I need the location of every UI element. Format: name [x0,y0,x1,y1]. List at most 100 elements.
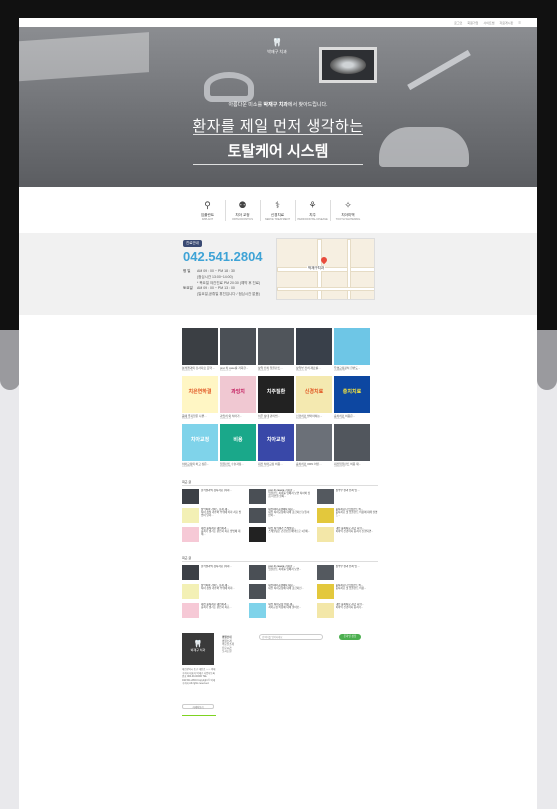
search-input[interactable]: 검색어를 입력하세요 [259,634,323,640]
list-item[interactable]: 상악치아 가이드 순서 재... 치아 상실 개수와 부위에 따라 치료 방법이 … [182,508,243,523]
hero-xray-monitor [319,47,377,83]
blog-card-date: 2019.01.12 [220,466,231,468]
list-item-thumbnail [316,527,334,542]
map-road [277,287,374,291]
list-item-body: 대전 치아교정에 대해 궁금하신... [268,587,304,591]
blog-card-thumbnail: 치주질환 [258,376,294,413]
list-item[interactable]: 대전 치석제거 스케일링... 스케일링은 건강보험 혜택으로 1년에... [249,527,310,542]
hours-value: (점심시간 13:00~14:00) [197,274,233,279]
service-label-en: ORTHODONTICS [232,217,253,221]
util-link-board[interactable]: 자료게시판 [499,21,513,25]
blog-card[interactable]: 비용 임플란트 수술과정... 2019.01.12 [220,424,256,468]
list-item[interactable]: 분석결과의 검사자료 (리라... [182,489,243,504]
list-item[interactable]: 대전 충치치료 지금 시작... 치아의 신경까지 충치가... [316,603,378,618]
footer-menu-item[interactable]: 오시는길 [222,650,234,654]
list-item[interactable]: 대전 충치치료 대전치과... 충치가 생기는 원인과 치료 방법에 대해... [182,527,243,542]
blog-card-thumbnail: 비용 [220,424,256,461]
blog-card-thumbnail: 과잉치 [220,376,256,413]
service-nerve[interactable]: ⚕ 신경치료 NERVE TREATMENT [261,199,296,221]
blog-card[interactable]: 치아교정 대전 치아교정 비용... 2019.01.12 [258,424,294,468]
list-item-body: 충치가 생기는 원인과 치료 방법에 대해... [201,530,241,537]
list-item[interactable]: 충치치료나 임플란트 비... 충치치료 및 임플란트 비용에 대해 설명드... [316,508,378,523]
list-item-text: 충치치료나 임플란트 비... 충치치료 및 임플란트 비용... [336,584,367,599]
util-link-login[interactable]: 로그인 [454,21,462,25]
list-item[interactable]: 충치치료나 임플란트 비... 충치치료 및 임플란트 비용... [316,584,378,599]
list-item[interactable]: pret 치 case를 저희한 ... 임플란트 치아를 옆에서 보면... [249,565,310,580]
blog-card[interactable]: pret 치 case를 저희한... 2019.01.12 [220,328,256,372]
blog-card[interactable]: 투명교정장치 한번도... 2019.01.12 [334,328,370,372]
blog-card-date: 2019.01.12 [334,466,345,468]
blog-card[interactable]: 대전임플란트 비용 재... 2019.01.12 [334,424,370,468]
list-item-body: 치아 상실 개수와 부위에 따라... [201,587,235,591]
list-item-thumbnail [316,603,334,618]
util-link-sitemap[interactable]: 사이트맵 [483,21,494,25]
footer-logo[interactable]: 🦷 박재구 치과 [182,633,214,665]
blog-card[interactable]: 신경치료 신경치료 받아야하는... 2019.01.12 [296,376,332,420]
consult-button[interactable]: 온라인 상담 [339,634,361,640]
service-implant[interactable]: ⚲ 임플란트 IMPLANT [191,199,226,221]
list-item-body: 치아의 신경까지 충치가... [335,606,364,610]
clinic-hours: 평 일 AM 09 : 00 ~ PM 18 : 30 (점심시간 13:00~1… [183,269,260,298]
thumbnail-text: 충치치료 [342,389,362,395]
implant-icon: ⚲ [204,199,211,210]
list-item-body: 치아교정 비용에 대해 알아보... [268,606,302,610]
list-item-text: pret 치 case를 저희한 ... 임플란트 치아를 옆에서 보면 치아와 … [268,489,310,504]
list-item-title: 상악부 결과 전치 임 ... [335,565,360,568]
thumbnail-text: 비용 [233,437,243,443]
device-stand-right [537,330,557,390]
list-item[interactable]: pret 치 case를 저희한 ... 임플란트 치아를 옆에서 보면 치아와 … [249,489,310,504]
blog-card-date: 2019.01.12 [334,370,345,372]
hero-subtitle-bold: 박재구 치과 [263,102,288,108]
blog-card[interactable]: 충치치료 충치치료 비용은... 2019.01.12 [334,376,370,420]
blog-card-thumbnail: 신경치료 [296,376,332,413]
blog-card[interactable]: 치아교정 치아교정의 하고 싶은... 2019.01.12 [182,424,218,468]
hero-divider-top [193,134,363,135]
list-item-body: 충치치료 및 임플란트 비용... [335,587,367,591]
blog-card[interactable]: 상악 전치 임플란트... 2019.01.12 [258,328,294,372]
more-button[interactable]: 자세히보기 [182,704,214,709]
tooth-icon: 🦷 [272,38,282,47]
blog-card[interactable]: 치은연하결 몸에 좋지않은 나쁜... 2019.01.12 [182,376,218,420]
list-item-body: 스케일링은 건강보험 혜택으로 1년에... [268,530,310,534]
list-item-thumbnail [249,508,267,523]
list-item[interactable]: 대전 충치치료 지금 시작... 치아의 신경까지 충치가 진행되면... [316,527,378,542]
blog-card-date: 2019.01.12 [182,370,193,372]
clinic-phone[interactable]: 042.541.2804 [183,249,263,264]
blog-card-thumbnail [334,424,370,461]
site-logo[interactable]: 🦷 박재구 치과 [257,38,297,55]
service-whitening[interactable]: ✧ 치아미백 TOOTH WHITENING [331,200,366,221]
menu-icon[interactable]: ☰ [518,21,521,25]
list-item[interactable]: 분석결과의 검사자료 (리라... [182,565,243,580]
blog-card[interactable]: 충치치료 ORN 어떤... 2019.01.12 [296,424,332,468]
device-mockup: 로그인 회원가입 사이트맵 자료게시판 ☰ 🦷 박재구 치과 아름다운 미소를 … [0,0,557,809]
list-item-body: 대전 치아교정에 대해 궁금하신 분들이 많아... [268,511,310,518]
list-item[interactable]: 대전 치아교정 비용 재... 치아교정 비용에 대해 알아보... [249,603,310,618]
service-braces[interactable]: ⚉ 치아 교정 ORTHODONTICS [226,199,261,221]
list-item[interactable]: 대전치아교정에서 재료... 대전 치아교정에 대해 궁금하신... [249,584,310,599]
blog-card[interactable]: 치주질환 치주 상태 관리법... 2019.01.12 [258,376,294,420]
blog-card-date: 2019.01.12 [258,370,269,372]
list-item[interactable]: 대전 충치치료 대전치과... 충치가 생기는 원인과 치료... [182,603,243,618]
list-grid: 분석결과의 검사자료 (리라... pret 치 case를 저희한 ... 임플란… [182,489,378,542]
blog-card-thumbnail [258,328,294,365]
recent-posts-list-2: 최근 글 분석결과의 검사자료 (리라... pret 치 case를 저희한 ..… [182,556,378,618]
service-menu: ⚲ 임플란트 IMPLANT ⚉ 치아 교정 ORTHODONTICS ⚕ 신경… [19,187,537,233]
service-gum[interactable]: ⚘ 치주 PERIODONTAL DISEASE [296,199,331,221]
location-map[interactable]: 박재구치과 [276,238,375,300]
list-item[interactable]: 대전치아교정에서 재료... 대전 치아교정에 대해 궁금하신 분들이 많아... [249,508,310,523]
braces-icon: ⚉ [238,199,247,210]
hero-light-reflection [19,32,149,82]
list-item[interactable]: 상악부 결과 전치 임 ... [316,565,378,580]
list-item[interactable]: 상악부 결과 전치 임 ... [316,489,378,504]
blog-card[interactable]: 분석결과의 검사자료 요약 ... 2019.01.12 [182,328,218,372]
list-item-text: 상악치아 가이드 순서 재... 치아 상실 개수와 부위에 따라... [201,584,235,599]
service-label-en: NERVE TREATMENT [264,217,291,221]
blog-card[interactable]: 상악부 전치 재료를... 2019.01.12 [296,328,332,372]
thumbnail-text: 과잉치 [231,389,245,395]
util-link-join[interactable]: 회원가입 [467,21,478,25]
footer-accent-line [182,715,216,716]
list-item[interactable]: 상악치아 가이드 순서 재... 치아 상실 개수와 부위에 따라... [182,584,243,599]
footer-address: 대전광역시 동구 대전로 ○○○ 박재구치과 대표자 박재구 사업자등록번호 0… [182,668,216,686]
blog-card[interactable]: 과잉치 과잉치 외 치아가... 2019.01.12 [220,376,256,420]
grid-row: 치은연하결 몸에 좋지않은 나쁜... 2019.01.12 과잉치 과잉치 외 치아가… [182,376,370,420]
